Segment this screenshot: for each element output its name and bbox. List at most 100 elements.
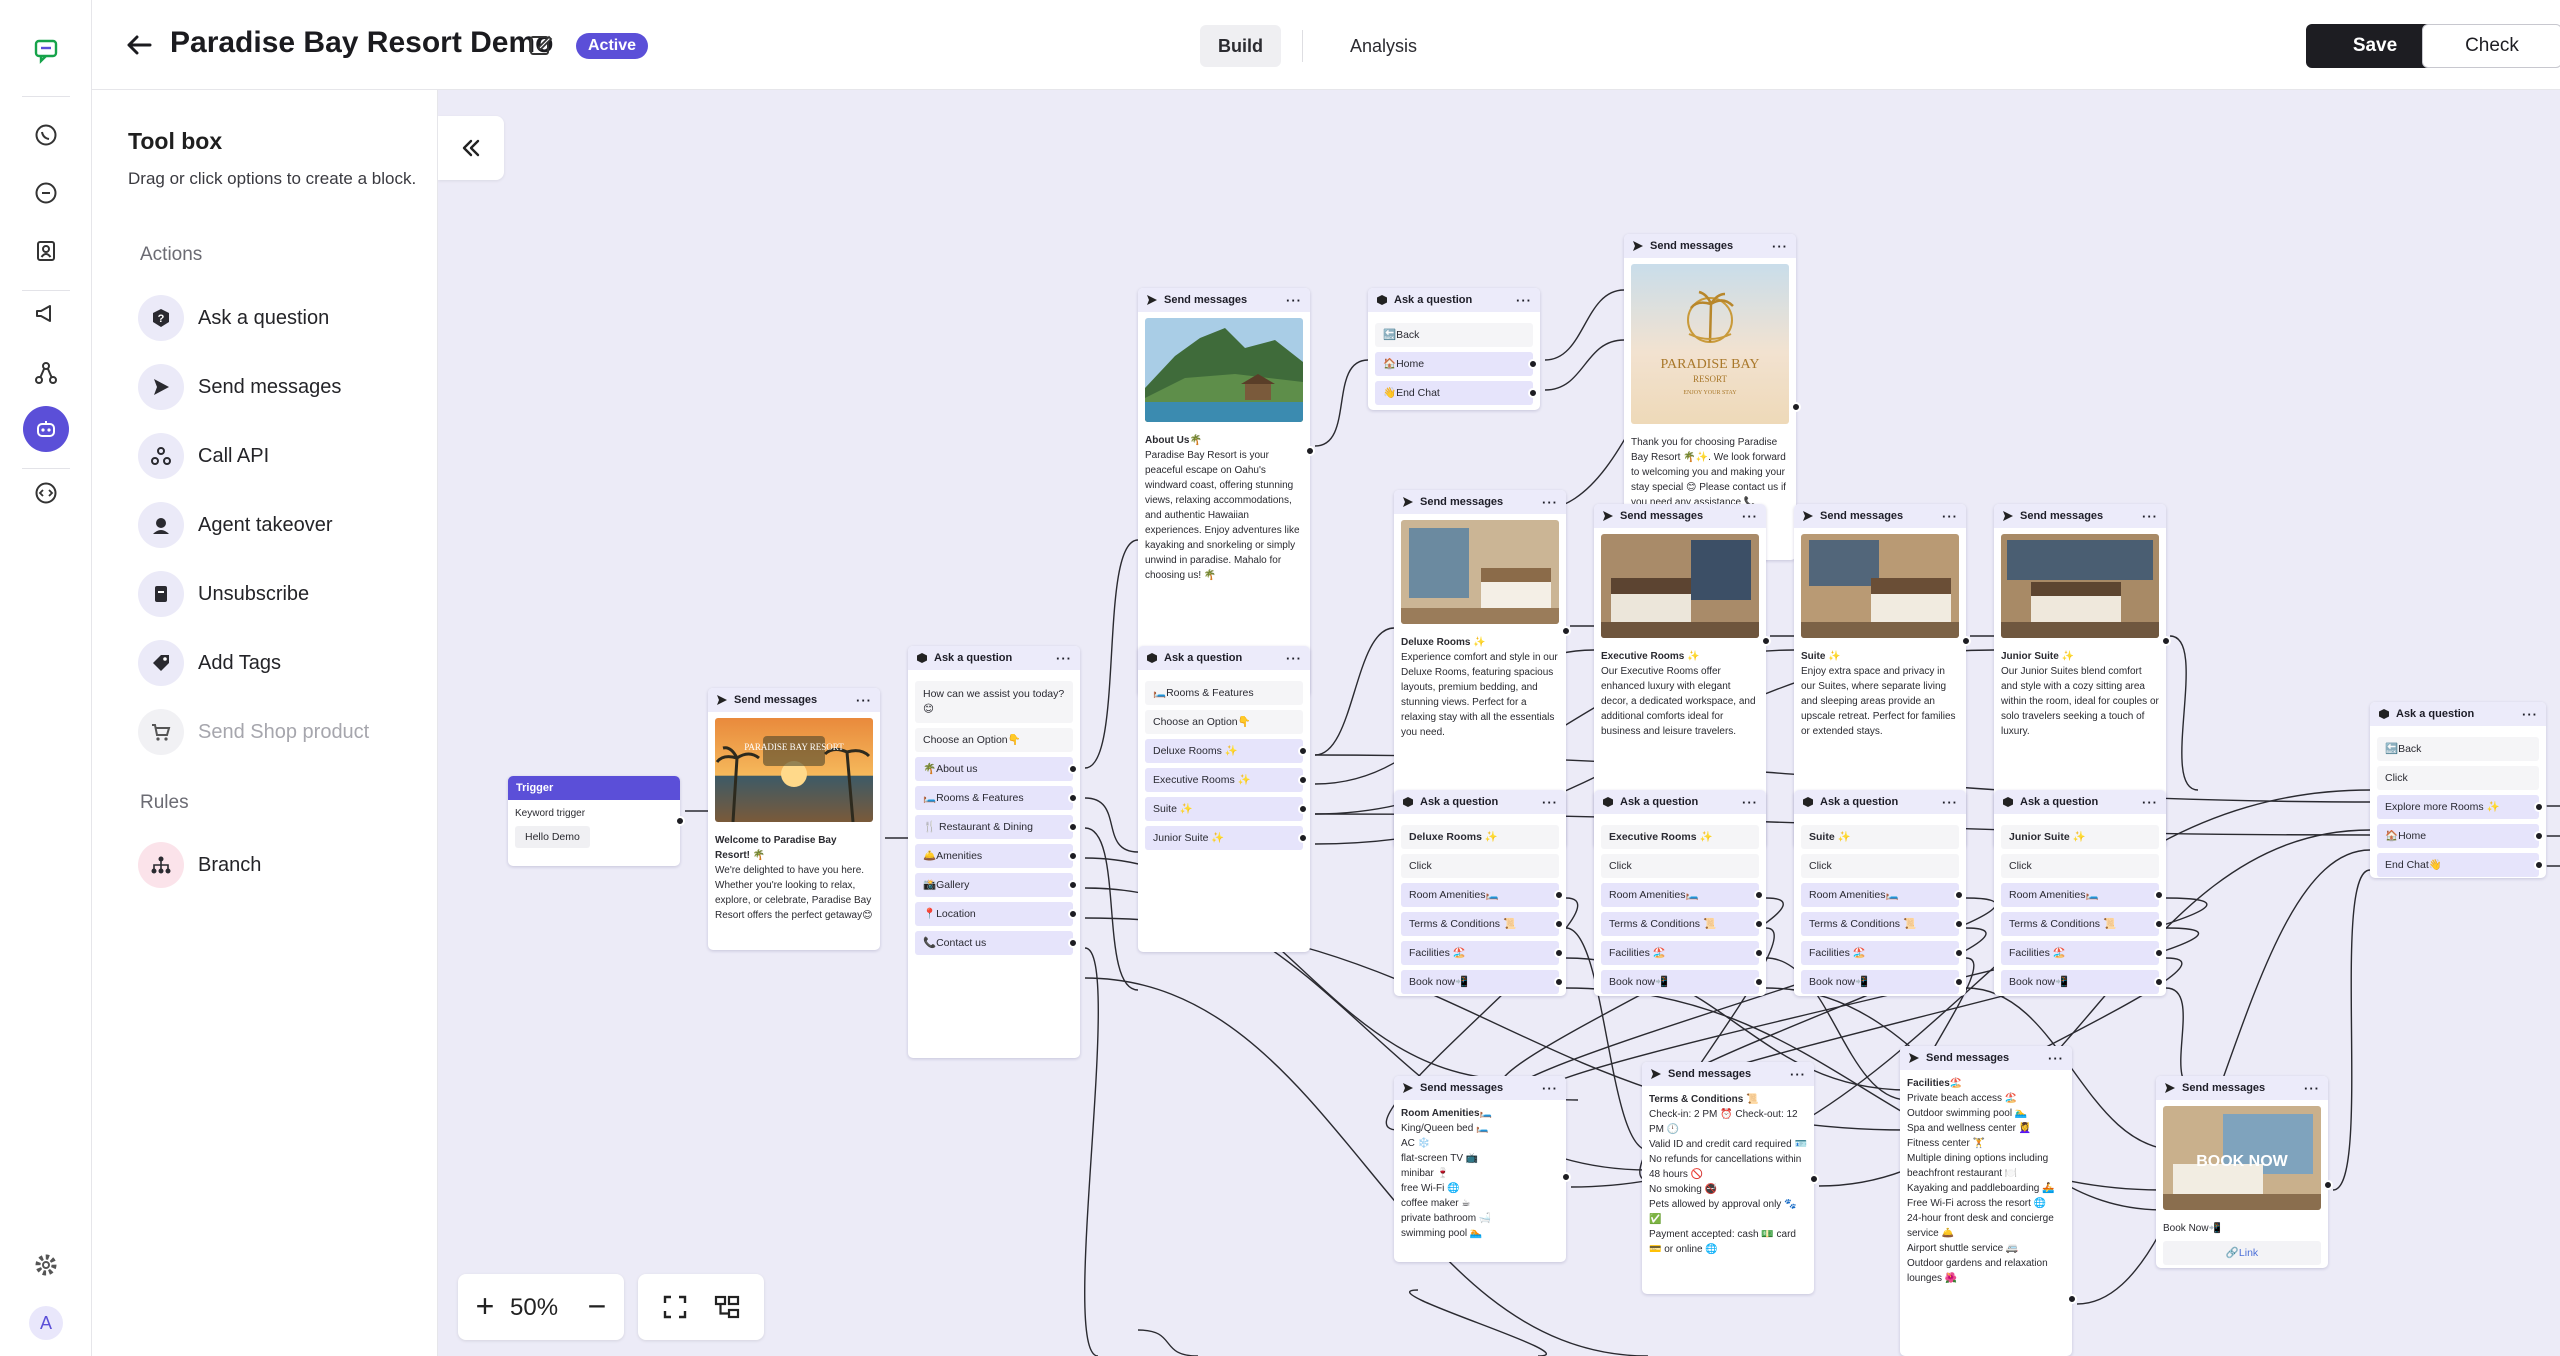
megaphone-icon[interactable] xyxy=(23,290,69,336)
option-home[interactable]: 🏠Home xyxy=(2377,824,2544,848)
about-us-message-node[interactable]: Send messages ··· About Us🌴 Paradise Bay … xyxy=(1138,288,1315,696)
option-facilities[interactable]: Facilities 🏖️ xyxy=(2001,941,2164,965)
option-room-amenities[interactable]: Room Amenities🛏️ xyxy=(1401,883,1564,907)
fit-view-icon[interactable] xyxy=(660,1292,690,1322)
welcome-message-node[interactable]: Send messages ··· PARADISE BAY RESORT Wel… xyxy=(708,688,880,950)
option-book-now[interactable]: Book now📲 xyxy=(1801,970,1964,994)
option-room-amenities[interactable]: Room Amenities🛏️ xyxy=(1601,883,1764,907)
room-amenities-message-node[interactable]: Send messages ··· Room Amenities🛏️ King/Q… xyxy=(1394,1076,1571,1262)
auto-layout-icon[interactable] xyxy=(712,1292,742,1322)
book-now-message-node[interactable]: Send messages ··· BOOK NOW Book Now📲 🔗Lin… xyxy=(2156,1076,2333,1268)
message-line: Payment accepted: cash 💵 card 💳 or onlin… xyxy=(1649,1229,1796,1255)
room-question-node[interactable]: Ask a question ··· Suite ✨ Click Room Ame… xyxy=(1794,790,1966,996)
toolbox-agent-takeover[interactable]: Agent takeover xyxy=(138,501,333,549)
rooms-menu-question-node[interactable]: Ask a question ··· 🛏️Rooms & Features Cho… xyxy=(1138,646,1310,952)
toolbox-ask-question[interactable]: ? Ask a question xyxy=(138,294,329,342)
navigation-question-node[interactable]: Ask a question ··· 🔙Back 🏠Home 👋End Chat xyxy=(1368,288,1540,410)
toolbox-unsubscribe[interactable]: Unsubscribe xyxy=(138,570,309,618)
main-menu-question-node[interactable]: Ask a question ··· How can we assist you … xyxy=(908,646,1080,1058)
back-arrow-icon[interactable] xyxy=(122,28,156,62)
node-header-label: Send messages xyxy=(1420,1082,1504,1094)
toolbox-item-label: Unsubscribe xyxy=(198,582,310,605)
explore-navigation-question-node[interactable]: Ask a question ··· 🔙Back Click Explore mo… xyxy=(2370,702,2546,878)
message-line: AC ❄️ xyxy=(1401,1138,1431,1149)
option-executive[interactable]: Executive Rooms ✨ xyxy=(1145,768,1308,792)
chat-bubble-icon[interactable] xyxy=(23,170,69,216)
avatar[interactable]: A xyxy=(29,1306,63,1340)
toolbox-branch[interactable]: Branch xyxy=(138,841,261,889)
zoom-in-button[interactable]: + xyxy=(470,1290,500,1322)
whatsapp-icon[interactable] xyxy=(23,112,69,158)
status-badge: Active xyxy=(576,33,649,59)
option-facilities[interactable]: Facilities 🏖️ xyxy=(1601,941,1764,965)
terms-message-node[interactable]: Send messages ··· Terms & Conditions 📜 Ch… xyxy=(1642,1062,1819,1294)
facilities-message-node[interactable]: Send messages ··· Facilities🏖️ Private be… xyxy=(1900,1046,2077,1356)
tab-analysis[interactable]: Analysis xyxy=(1332,25,1435,67)
option-room-amenities[interactable]: Room Amenities🛏️ xyxy=(1801,883,1964,907)
app-root: A Paradise Bay Resort Demo Active Build … xyxy=(0,0,2560,1356)
flow-icon[interactable] xyxy=(23,350,69,396)
message-text: Our Junior Suites blend comfort and styl… xyxy=(2001,666,2159,737)
option-facilities[interactable]: Facilities 🏖️ xyxy=(1401,941,1564,965)
option-rooms[interactable]: 🛏️Rooms & Features xyxy=(915,786,1078,810)
option-book-now[interactable]: Book now📲 xyxy=(1601,970,1764,994)
book-now-image: BOOK NOW xyxy=(2163,1106,2321,1210)
message-title: About Us🌴 xyxy=(1145,435,1202,446)
toolbox-item-label: Agent takeover xyxy=(198,513,333,536)
option-about-us[interactable]: 🌴About us xyxy=(915,757,1078,781)
message-line: Outdoor gardens and relaxation lounges 🌺 xyxy=(1907,1258,2048,1284)
option-book-now[interactable]: Book now📲 xyxy=(2001,970,2164,994)
option-restaurant[interactable]: 🍴 Restaurant & Dining xyxy=(915,815,1078,839)
flow-canvas[interactable]: Trigger Keyword trigger Hello Demo Send … xyxy=(438,90,2560,1356)
option-gallery[interactable]: 📸Gallery xyxy=(915,873,1078,897)
node-header-label: Send messages xyxy=(1926,1052,2010,1064)
rules-section-label: Rules xyxy=(140,792,189,813)
option-contact[interactable]: 📞Contact us xyxy=(915,931,1078,955)
message-title: Executive Rooms ✨ xyxy=(1601,651,1700,662)
option-room-amenities[interactable]: Room Amenities🛏️ xyxy=(2001,883,2164,907)
option-terms[interactable]: Terms & Conditions 📜 xyxy=(2001,912,2164,936)
question-hint: Click xyxy=(1401,854,1559,878)
svg-text:ENJOY YOUR STAY: ENJOY YOUR STAY xyxy=(1683,390,1737,396)
code-icon[interactable] xyxy=(23,470,69,516)
room-question-node[interactable]: Ask a question ··· Junior Suite ✨ Click R… xyxy=(1994,790,2166,996)
check-button[interactable]: Check xyxy=(2422,24,2560,68)
option-home[interactable]: 🏠Home xyxy=(1375,352,1538,376)
option-amenities[interactable]: 🛎️Amenities xyxy=(915,844,1078,868)
contacts-icon[interactable] xyxy=(23,228,69,274)
option-facilities[interactable]: Facilities 🏖️ xyxy=(1801,941,1964,965)
node-header-label: Ask a question xyxy=(1620,796,1699,808)
option-back[interactable]: 🔙Back xyxy=(1375,323,1533,347)
room-image xyxy=(2001,534,2159,638)
option-location[interactable]: 📍Location xyxy=(915,902,1078,926)
book-now-link[interactable]: 🔗Link xyxy=(2163,1241,2321,1265)
option-end-chat[interactable]: End Chat👋 xyxy=(2377,853,2544,877)
message-line: Kayaking and paddleboarding 🚣 xyxy=(1907,1183,2055,1194)
left-rail: A xyxy=(0,0,92,1356)
toolbox-call-api[interactable]: Call API xyxy=(138,432,269,480)
option-end-chat[interactable]: 👋End Chat xyxy=(1375,381,1538,405)
edit-icon[interactable] xyxy=(528,32,554,58)
chat-logo-icon[interactable] xyxy=(23,28,69,74)
collapse-toolbox-button[interactable] xyxy=(438,116,504,180)
zoom-out-button[interactable]: − xyxy=(582,1290,612,1322)
toolbox-add-tags[interactable]: Add Tags xyxy=(138,639,281,687)
option-suite[interactable]: Suite ✨ xyxy=(1145,797,1308,821)
option-terms[interactable]: Terms & Conditions 📜 xyxy=(1601,912,1764,936)
bot-icon[interactable] xyxy=(23,406,69,452)
trigger-node[interactable]: Trigger Keyword trigger Hello Demo xyxy=(508,776,685,866)
tab-build[interactable]: Build xyxy=(1200,25,1281,67)
option-terms[interactable]: Terms & Conditions 📜 xyxy=(1801,912,1964,936)
option-back[interactable]: 🔙Back xyxy=(2377,737,2539,761)
toolbox-send-messages[interactable]: Send messages xyxy=(138,363,341,411)
room-question-node[interactable]: Ask a question ··· Deluxe Rooms ✨ Click R… xyxy=(1394,790,1566,996)
option-deluxe[interactable]: Deluxe Rooms ✨ xyxy=(1145,739,1308,763)
message-title: Junior Suite ✨ xyxy=(2001,651,2075,662)
option-junior-suite[interactable]: Junior Suite ✨ xyxy=(1145,826,1308,850)
option-book-now[interactable]: Book now📲 xyxy=(1401,970,1564,994)
settings-icon[interactable] xyxy=(23,1242,69,1288)
room-question-node[interactable]: Ask a question ··· Executive Rooms ✨ Clic… xyxy=(1594,790,1766,996)
option-explore-rooms[interactable]: Explore more Rooms ✨ xyxy=(2377,795,2544,819)
option-terms[interactable]: Terms & Conditions 📜 xyxy=(1401,912,1564,936)
node-header-label: Ask a question xyxy=(1394,294,1473,306)
